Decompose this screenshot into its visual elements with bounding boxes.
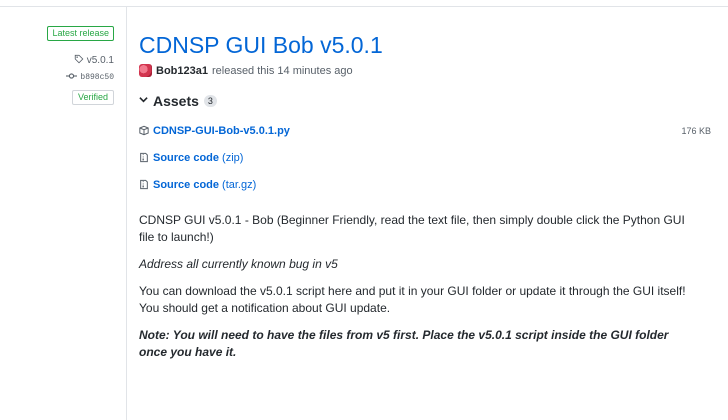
author-link[interactable]: Bob123a1 [156, 65, 208, 77]
source-code-targz-suffix[interactable]: (tar.gz) [222, 179, 256, 191]
release-page: Latest release v5.0.1 b898c50 Verified C… [0, 0, 728, 420]
released-time: released this 14 minutes ago [211, 64, 353, 77]
tag-icon [74, 54, 84, 67]
git-commit-icon [66, 72, 78, 83]
asset-item-targz: Source code (tar.gz) [139, 171, 714, 198]
assets-toggle[interactable]: Assets 3 [139, 93, 714, 109]
release-byline: Bob123a1 released this 14 minutes ago [139, 64, 714, 77]
timeline-divider [126, 7, 127, 420]
asset-item-zip: Source code (zip) [139, 144, 714, 171]
release-notes-bugfix: Address all currently known bug in v5 [139, 257, 338, 271]
release-notes-intro: CDNSP GUI v5.0.1 - Bob (Beginner Friendl… [139, 213, 685, 244]
source-code-targz-link[interactable]: Source code [153, 179, 219, 191]
release-title[interactable]: CDNSP GUI Bob v5.0.1 [139, 30, 714, 60]
top-divider [0, 6, 728, 7]
source-code-zip-link[interactable]: Source code [153, 152, 219, 164]
release-notes-note: Note: You will need to have the files fr… [139, 328, 669, 359]
tag-link[interactable]: v5.0.1 [74, 54, 114, 67]
assets-label: Assets [153, 93, 199, 109]
verified-badge[interactable]: Verified [71, 90, 114, 105]
asset-size: 176 KB [681, 125, 711, 136]
asset-item-py: CDNSP-GUI-Bob-v5.0.1.py 176 KB [139, 117, 714, 144]
tag-label: v5.0.1 [86, 55, 114, 66]
assets-count-badge: 3 [203, 95, 217, 107]
chevron-down-icon [139, 95, 148, 107]
commit-sha: b898c50 [80, 73, 114, 82]
file-zip-icon [139, 152, 149, 163]
release-notes-download: You can download the v5.0.1 script here … [139, 284, 686, 315]
latest-release-badge: Latest release [47, 26, 114, 41]
asset-download-link[interactable]: CDNSP-GUI-Bob-v5.0.1.py [153, 125, 290, 137]
package-icon [139, 125, 149, 136]
file-zip-icon [139, 179, 149, 190]
release-notes: CDNSP GUI v5.0.1 - Bob (Beginner Friendl… [139, 212, 699, 361]
asset-list: CDNSP-GUI-Bob-v5.0.1.py 176 KB Source co… [139, 117, 714, 198]
avatar[interactable] [139, 64, 152, 77]
commit-link[interactable]: b898c50 [66, 72, 114, 83]
source-code-zip-suffix[interactable]: (zip) [222, 152, 243, 164]
release-body: CDNSP GUI Bob v5.0.1 Bob123a1 released t… [139, 30, 714, 371]
